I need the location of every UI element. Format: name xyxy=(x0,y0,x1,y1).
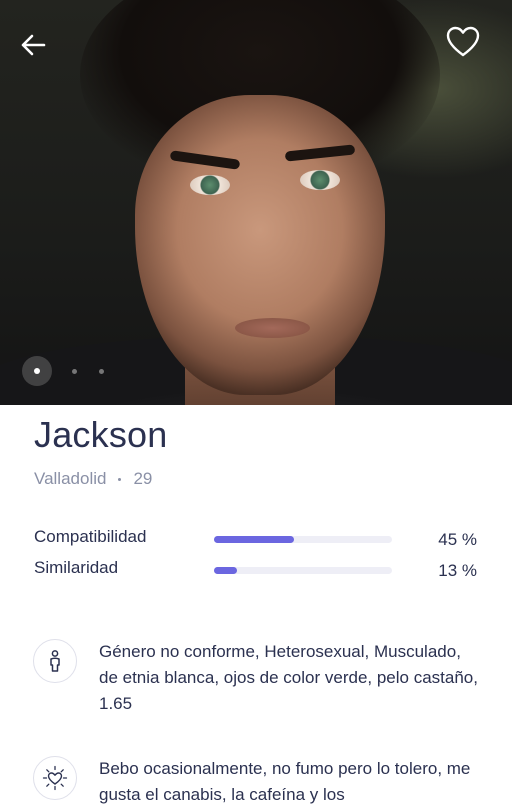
stat-fill xyxy=(214,536,295,543)
stat-fill xyxy=(214,567,238,574)
person-icon xyxy=(33,639,77,683)
back-button[interactable] xyxy=(18,30,48,60)
detail-habits-text: Bebo ocasionalmente, no fumo pero lo tol… xyxy=(99,759,471,804)
detail-identity-text: Género no conforme, Heterosexual, Muscul… xyxy=(99,642,478,713)
photo-face xyxy=(135,95,385,395)
profile-meta: Valladolid 29 xyxy=(34,469,152,489)
profile-age: 29 xyxy=(133,469,153,488)
stat-track xyxy=(214,567,392,574)
photo-pagination xyxy=(22,356,104,386)
stat-track xyxy=(214,536,392,543)
pagination-dot[interactable] xyxy=(72,368,77,374)
profile-photo[interactable] xyxy=(0,0,512,405)
profile-name: Jackson xyxy=(34,414,168,455)
profile-city: Valladolid xyxy=(34,469,107,488)
pagination-dot-active[interactable] xyxy=(22,356,52,386)
arrow-left-icon xyxy=(21,34,46,56)
stat-value: 13 % xyxy=(438,561,477,580)
favorite-button[interactable] xyxy=(445,24,481,60)
stat-similarity: Similaridad 13 % xyxy=(34,558,479,582)
stat-value: 45 % xyxy=(438,530,477,549)
stat-label: Similaridad xyxy=(34,558,119,577)
photo-eye-right xyxy=(300,170,340,190)
stat-label: Compatibilidad xyxy=(34,527,147,546)
heart-sparkle-icon xyxy=(33,756,77,800)
pagination-dot[interactable] xyxy=(99,368,104,374)
stat-compatibility: Compatibilidad 45 % xyxy=(34,527,479,551)
photo-eye-left xyxy=(190,175,230,195)
meta-separator xyxy=(118,477,122,481)
photo-lips xyxy=(235,318,310,338)
heart-outline-icon xyxy=(446,26,480,57)
